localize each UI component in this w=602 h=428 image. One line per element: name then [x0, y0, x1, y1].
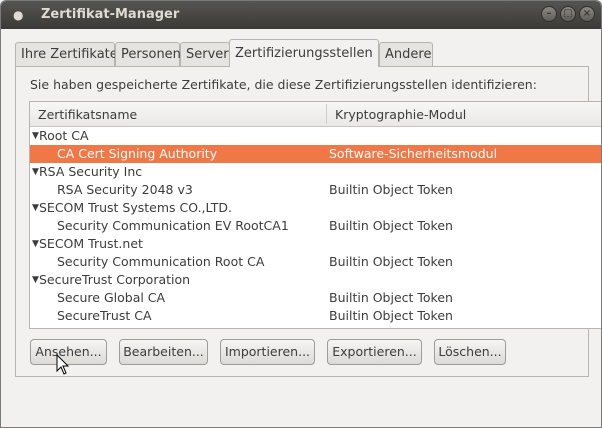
close-icon[interactable]: ×	[579, 6, 595, 22]
expander-icon[interactable]: ▼	[32, 271, 39, 289]
app-icon: ●	[13, 8, 24, 22]
tree-group-row[interactable]: ▼ SECOM Trust.net	[30, 235, 601, 253]
import-button[interactable]: Importieren...	[220, 339, 315, 365]
tree-header: Zertifikatsname Kryptographie-Modul	[30, 102, 601, 127]
tab-others[interactable]: Andere	[379, 42, 433, 66]
tab-servers[interactable]: Server	[180, 42, 230, 66]
tree-cert-row[interactable]: CA Cert Signing Authority Software-Siche…	[30, 145, 601, 163]
title-bar[interactable]: ● Zertifikat-Manager – □ ×	[1, 1, 601, 29]
tab-authorities[interactable]: Zertifizierungsstellen	[229, 39, 379, 67]
tab-your-certificates[interactable]: Ihre Zertifikate	[15, 42, 118, 66]
window-title: Zertifikat-Manager	[41, 7, 180, 22]
certificate-manager-window: ● Zertifikat-Manager – □ × Ihre Zertifik…	[0, 0, 602, 428]
column-separator[interactable]	[326, 104, 327, 124]
tree-cert-row[interactable]: Security Communication Root CA Builtin O…	[30, 253, 601, 271]
edit-button[interactable]: Bearbeiten...	[119, 339, 208, 365]
tab-people[interactable]: Personen	[115, 42, 181, 66]
delete-button[interactable]: Löschen...	[434, 339, 506, 365]
tree-cert-row[interactable]: Secure Global CA Builtin Object Token	[30, 289, 601, 307]
tree-cert-row[interactable]: RSA Security 2048 v3 Builtin Object Toke…	[30, 181, 601, 199]
tree-group-row[interactable]: ▼ Root CA	[30, 127, 601, 145]
tree-cert-row[interactable]: Security Communication EV RootCA1 Builti…	[30, 217, 601, 235]
export-button[interactable]: Exportieren...	[327, 339, 422, 365]
mouse-cursor-icon	[56, 354, 70, 375]
column-header-name[interactable]: Zertifikatsname	[38, 107, 137, 122]
expander-icon[interactable]: ▼	[32, 199, 39, 217]
tree-group-row[interactable]: ▼ RSA Security Inc	[30, 163, 601, 181]
column-header-module[interactable]: Kryptographie-Modul	[335, 107, 466, 122]
tree-group-row[interactable]: ▼ SECOM Trust Systems CO.,LTD.	[30, 199, 601, 217]
expander-icon[interactable]: ▼	[32, 163, 39, 181]
tree-group-row[interactable]: ▼ SecureTrust Corporation	[30, 271, 601, 289]
minimize-icon[interactable]: –	[541, 6, 557, 22]
certificate-tree[interactable]: Zertifikatsname Kryptographie-Modul ▼ Ro…	[29, 101, 601, 329]
expander-icon[interactable]: ▼	[32, 127, 39, 145]
expander-icon[interactable]: ▼	[32, 235, 39, 253]
tree-cert-row[interactable]: SecureTrust CA Builtin Object Token	[30, 307, 601, 325]
intro-text: Sie haben gespeicherte Zertifikate, die …	[30, 77, 537, 92]
maximize-icon[interactable]: □	[560, 6, 576, 22]
